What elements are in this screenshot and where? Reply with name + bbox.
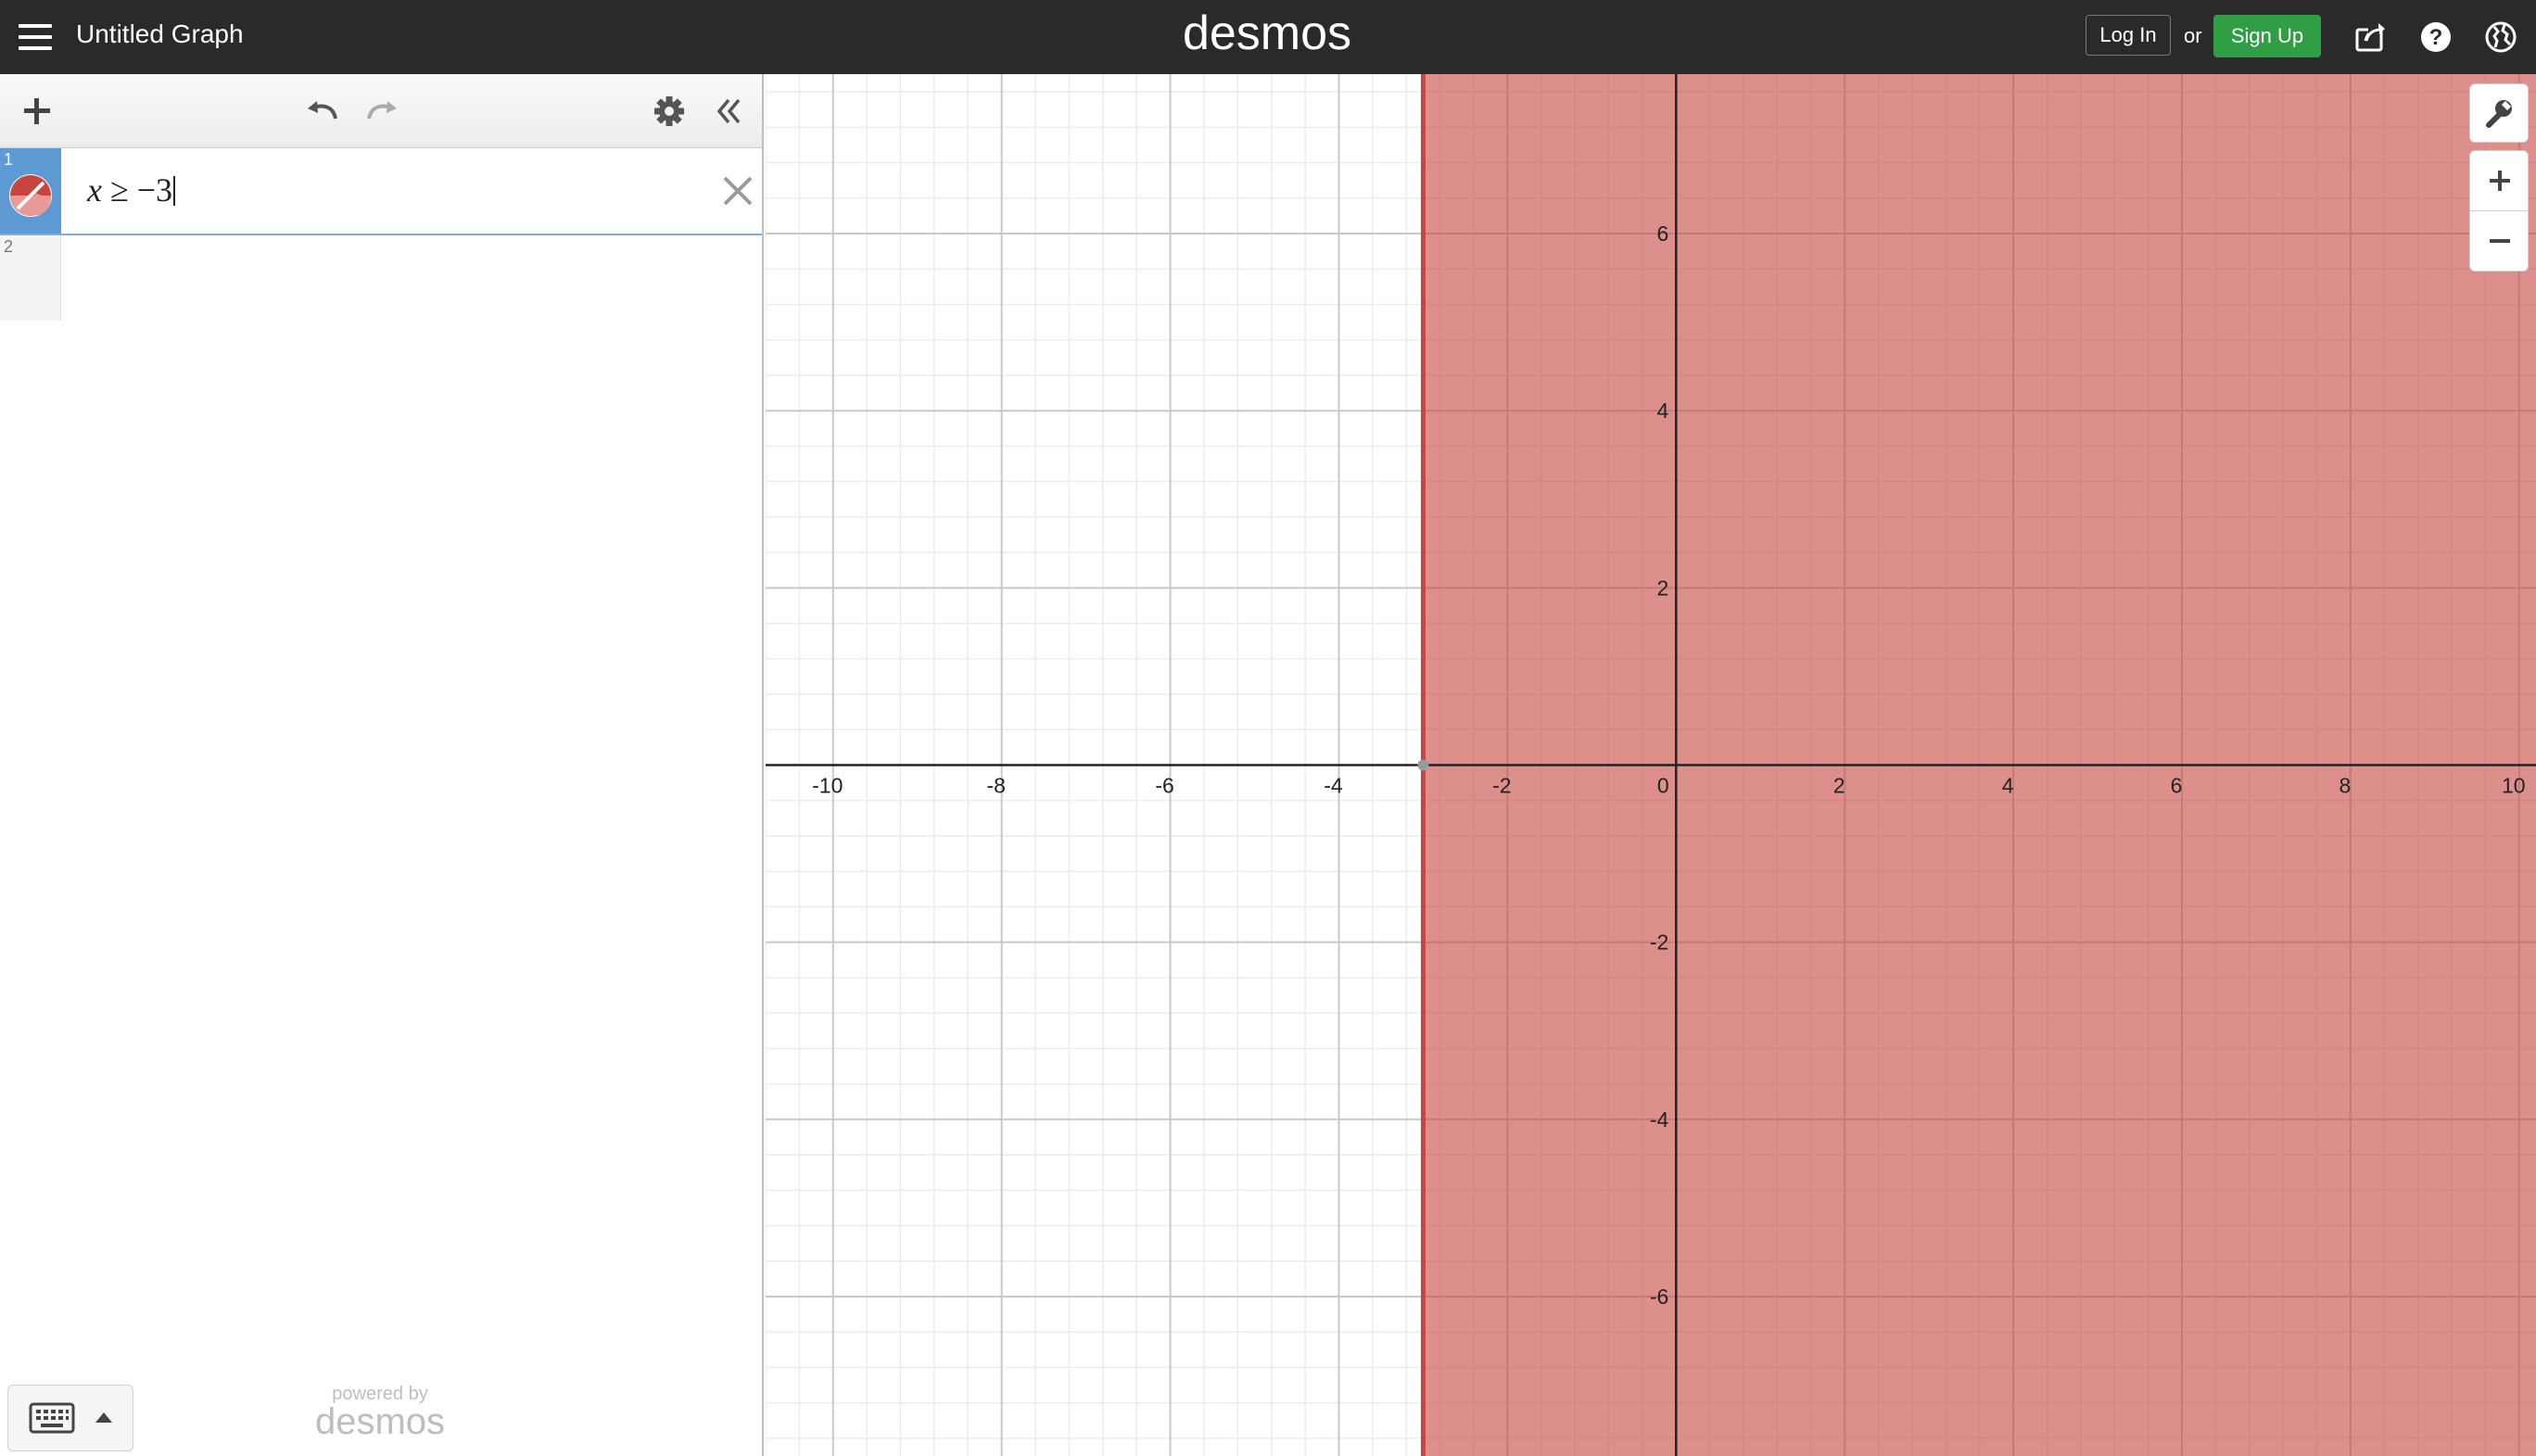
x-tick-label: -4 (1324, 774, 1343, 798)
graph-canvas[interactable]: -10 -8 -6 -4 -2 0 2 4 6 8 10 6 4 2 -2 -4 -6 (766, 74, 2536, 1456)
zoom-in-button[interactable] (2469, 150, 2529, 211)
language-globe-icon[interactable] (2482, 19, 2519, 56)
powered-by-logo: desmos (314, 1401, 446, 1442)
expression-toolbar (0, 74, 762, 148)
undo-icon[interactable] (302, 93, 343, 130)
x-tick-label: 6 (2171, 774, 2183, 798)
add-icon[interactable] (17, 93, 57, 130)
expression-input[interactable]: x ≥ −3 (87, 171, 176, 209)
text-caret (173, 176, 176, 206)
delete-expression-icon[interactable] (719, 172, 756, 209)
desmos-logo: desmos (1182, 6, 1352, 60)
signup-button[interactable]: Sign Up (2213, 15, 2321, 57)
svg-text:?: ? (2429, 25, 2443, 50)
axis-intercept-point (1417, 759, 1429, 771)
login-button[interactable]: Log In (2086, 15, 2171, 56)
caret-up-icon (95, 1412, 112, 1423)
expression-row-1[interactable]: 1 x ≥ −3 (0, 148, 762, 235)
graph-settings-button[interactable] (2469, 83, 2529, 143)
x-tick-label: -2 (1492, 774, 1511, 798)
x-tick-label: -10 (812, 774, 843, 798)
x-tick-label: 2 (1833, 774, 1845, 798)
y-tick-label: 2 (1656, 576, 1668, 600)
collapse-panel-icon[interactable] (708, 93, 749, 130)
expression-row-2[interactable]: 2 (0, 235, 762, 323)
powered-by-text: powered by (332, 1384, 428, 1404)
x-tick-label: 0 (1657, 774, 1669, 798)
x-tick-label: -6 (1155, 774, 1173, 798)
x-tick-label: -8 (986, 774, 1005, 798)
redo-icon[interactable] (361, 93, 402, 130)
zoom-in-icon (2490, 171, 2510, 191)
expression-value: −3 (136, 171, 173, 209)
x-tick-label: 10 (2502, 774, 2526, 798)
x-tick-label: 4 (2002, 774, 2014, 798)
settings-gear-icon[interactable] (649, 93, 690, 130)
y-tick-label: -4 (1650, 1108, 1669, 1132)
wrench-settings-icon (2486, 100, 2512, 128)
expression-index: 2 (4, 237, 14, 256)
powered-by-desmos[interactable]: powered by desmos (306, 1385, 454, 1440)
keypad-toggle-button[interactable] (7, 1385, 133, 1451)
y-tick-label: 4 (1656, 399, 1668, 423)
zoom-out-icon (2490, 239, 2510, 243)
zoom-out-button[interactable] (2469, 210, 2529, 272)
help-icon[interactable]: ? (2417, 19, 2454, 56)
expression-panel: 1 x ≥ −3 2 powered by desmos (0, 74, 764, 1456)
inequality-style-icon[interactable] (6, 171, 55, 220)
keyboard-icon (29, 1402, 75, 1434)
expression-index: 1 (4, 150, 14, 169)
y-tick-label: 6 (1656, 222, 1668, 246)
y-tick-label: -6 (1650, 1285, 1668, 1309)
hamburger-menu-icon[interactable] (19, 22, 52, 52)
expression-operator: ≥ (101, 171, 137, 209)
share-icon[interactable] (2352, 19, 2390, 56)
expression-variable: x (87, 171, 102, 209)
top-bar: Untitled Graph desmos Log In or Sign Up … (0, 0, 2536, 74)
x-tick-label: 8 (2339, 774, 2352, 798)
or-separator: or (2184, 24, 2202, 47)
graph-paper[interactable]: -10 -8 -6 -4 -2 0 2 4 6 8 10 6 4 2 -2 -4 -6 (766, 74, 2536, 1456)
graph-title[interactable]: Untitled Graph (76, 19, 244, 49)
expression-row-tab[interactable]: 1 (0, 148, 61, 234)
expression-row-tab: 2 (0, 235, 61, 321)
y-tick-label: -2 (1650, 931, 1668, 955)
